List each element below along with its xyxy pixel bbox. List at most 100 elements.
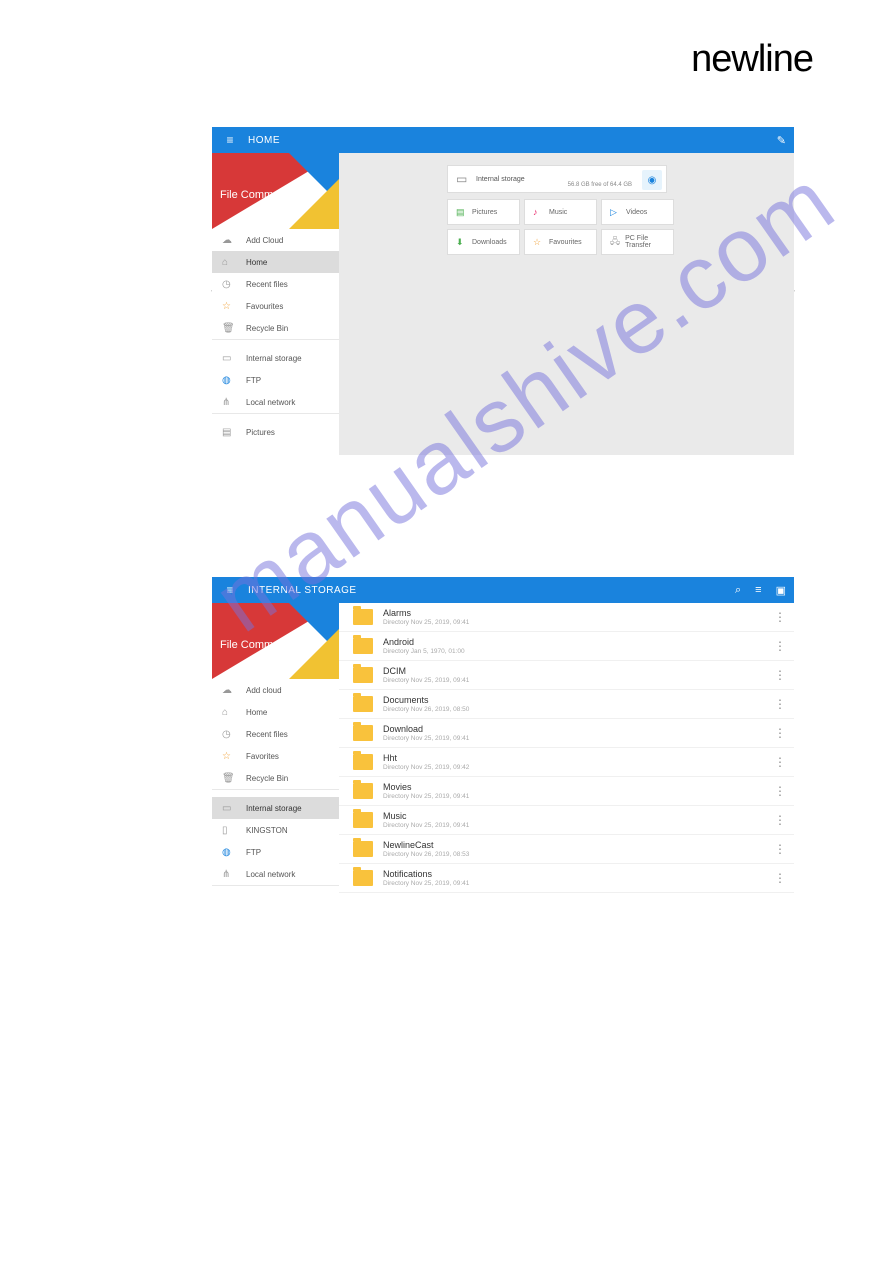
app-brand: File Commander (212, 153, 339, 229)
globe-icon[interactable]: ◉ (642, 170, 662, 190)
tile-downloads[interactable]: ⬇Downloads (447, 229, 520, 255)
tile-pictures[interactable]: ▤Pictures (447, 199, 520, 225)
file-row[interactable]: MoviesDirectory Nov 25, 2019, 09:41⋮ (339, 777, 794, 806)
sidebar: File Commander ☁Add cloud⌂Home◷Recent fi… (212, 603, 339, 903)
sidebar-item-pictures[interactable]: ▤Pictures (212, 421, 339, 443)
file-meta: Directory Nov 26, 2019, 08:53 (383, 851, 469, 858)
app-name: File Commander (220, 639, 301, 651)
sidebar-item-internal-storage[interactable]: ▭Internal storage (212, 797, 339, 819)
file-row[interactable]: NewlineCastDirectory Nov 26, 2019, 08:53… (339, 835, 794, 864)
sidebar-item-label: Recent files (246, 730, 288, 739)
search-icon[interactable]: ⌕ (735, 584, 741, 597)
sidebar-item-label: Home (246, 708, 267, 717)
ftp-icon: ◍ (222, 375, 246, 386)
sidebar-item-label: KINGSTON (246, 826, 288, 835)
tile-pc-file-transfer[interactable]: 🖧PC File Transfer (601, 229, 674, 255)
file-meta: Directory Nov 25, 2019, 09:41 (383, 677, 469, 684)
file-name: Hht (383, 753, 469, 763)
hamburger-icon[interactable]: ≡ (212, 133, 248, 147)
sidebar-item-internal-storage[interactable]: ▭Internal storage (212, 347, 339, 369)
sidebar-item-local-network[interactable]: ⋔Local network (212, 863, 339, 885)
tile-favourites[interactable]: ☆Favourites (524, 229, 597, 255)
sidebar-item-home[interactable]: ⌂Home (212, 701, 339, 723)
file-name: Android (383, 637, 465, 647)
screenshot-storage: ≡ INTERNAL STORAGE ⌕ ≡ ▣ File Commander … (212, 577, 794, 903)
hamburger-icon[interactable]: ≡ (212, 583, 248, 597)
tile-label: Downloads (472, 239, 507, 246)
sidebar-item-label: Favourites (246, 302, 283, 311)
more-icon[interactable]: ⋮ (774, 871, 786, 885)
more-icon[interactable]: ⋮ (774, 784, 786, 798)
file-row[interactable]: MusicDirectory Nov 25, 2019, 09:41⋮ (339, 806, 794, 835)
bin-icon: 🗑 (222, 773, 246, 784)
more-icon[interactable]: ⋮ (774, 610, 786, 624)
file-name: NewlineCast (383, 840, 469, 850)
cloud-icon: ☁ (222, 235, 246, 246)
pic-icon: ▤ (456, 207, 472, 218)
more-icon[interactable]: ⋮ (774, 755, 786, 769)
sidebar-item-recycle-bin[interactable]: 🗑Recycle Bin (212, 317, 339, 339)
file-row[interactable]: DownloadDirectory Nov 25, 2019, 09:41 ⋮ (339, 719, 794, 748)
ftp-icon: ◍ (222, 847, 246, 858)
sidebar-item-recent-files[interactable]: ◷Recent files (212, 723, 339, 745)
sidebar-item-recent-files[interactable]: ◷Recent files (212, 273, 339, 295)
tile-videos[interactable]: ▷Videos (601, 199, 674, 225)
sidebar-item-favourites[interactable]: ☆Favourites (212, 295, 339, 317)
file-row[interactable]: DocumentsDirectory Nov 26, 2019, 08:50⋮ (339, 690, 794, 719)
more-icon[interactable]: ⋮ (774, 697, 786, 711)
sidebar-item-favorites[interactable]: ☆Favorites (212, 745, 339, 767)
usb-icon: ▯ (222, 825, 246, 836)
folder-icon (353, 638, 373, 654)
tile-label: PC File Transfer (625, 235, 673, 249)
sidebar-item-add-cloud[interactable]: ☁Add cloud (212, 679, 339, 701)
sidebar-item-label: Add cloud (246, 686, 282, 695)
new-folder-icon[interactable]: ▣ (776, 584, 786, 597)
file-name: Download (383, 724, 469, 734)
star-icon: ☆ (222, 301, 246, 312)
more-icon[interactable]: ⋮ (774, 726, 786, 740)
tile-label: Music (549, 209, 567, 216)
file-row[interactable]: DCIMDirectory Nov 25, 2019, 09:41 ⋮ (339, 661, 794, 690)
tile-music[interactable]: ♪Music (524, 199, 597, 225)
home-icon: ⌂ (222, 707, 246, 718)
sidebar-item-add-cloud[interactable]: ☁Add Cloud (212, 229, 339, 251)
storage-indicator[interactable]: ▭ Internal storage 56.8 GB free of 64.4 … (447, 165, 667, 193)
star-icon: ☆ (222, 751, 246, 762)
sidebar-item-ftp[interactable]: ◍FTP (212, 369, 339, 391)
file-name: Alarms (383, 608, 469, 618)
storage-free: 56.8 GB free of 64.4 GB (568, 182, 632, 188)
sidebar: File Commander ☁Add Cloud⌂Home◷Recent fi… (212, 153, 339, 455)
folder-icon (353, 754, 373, 770)
sidebar-item-label: Recycle Bin (246, 774, 288, 783)
pic-icon: ▤ (222, 427, 246, 438)
folder-icon (353, 667, 373, 683)
sidebar-item-local-network[interactable]: ⋔Local network (212, 391, 339, 413)
file-list: AlarmsDirectory Nov 25, 2019, 09:41⋮Andr… (339, 603, 794, 903)
sidebar-item-kingston[interactable]: ▯KINGSTON (212, 819, 339, 841)
clock-icon: ◷ (222, 729, 246, 740)
file-row[interactable]: NotificationsDirectory Nov 25, 2019, 09:… (339, 864, 794, 893)
sidebar-item-label: Internal storage (246, 804, 302, 813)
edit-icon[interactable]: ✎ (777, 134, 786, 147)
file-meta: Directory Nov 25, 2019, 09:41 (383, 735, 469, 742)
sidebar-item-label: Recycle Bin (246, 324, 288, 333)
mus-icon: ♪ (533, 207, 549, 217)
file-name: Movies (383, 782, 469, 792)
sidebar-item-home[interactable]: ⌂Home (212, 251, 339, 273)
file-name: Documents (383, 695, 469, 705)
file-row[interactable]: AndroidDirectory Jan 5, 1970, 01:00⋮ (339, 632, 794, 661)
more-icon[interactable]: ⋮ (774, 668, 786, 682)
more-icon[interactable]: ⋮ (774, 639, 786, 653)
file-name: Notifications (383, 869, 469, 879)
more-icon[interactable]: ⋮ (774, 842, 786, 856)
file-name: DCIM (383, 666, 469, 676)
folder-icon (353, 783, 373, 799)
pc-icon: 🖧 (610, 234, 625, 250)
sidebar-item-ftp[interactable]: ◍FTP (212, 841, 339, 863)
storage-icon: ▭ (222, 803, 246, 814)
file-row[interactable]: HhtDirectory Nov 25, 2019, 09:42⋮ (339, 748, 794, 777)
more-icon[interactable]: ⋮ (774, 813, 786, 827)
file-row[interactable]: AlarmsDirectory Nov 25, 2019, 09:41⋮ (339, 603, 794, 632)
sort-icon[interactable]: ≡ (755, 584, 761, 597)
sidebar-item-recycle-bin[interactable]: 🗑Recycle Bin (212, 767, 339, 789)
